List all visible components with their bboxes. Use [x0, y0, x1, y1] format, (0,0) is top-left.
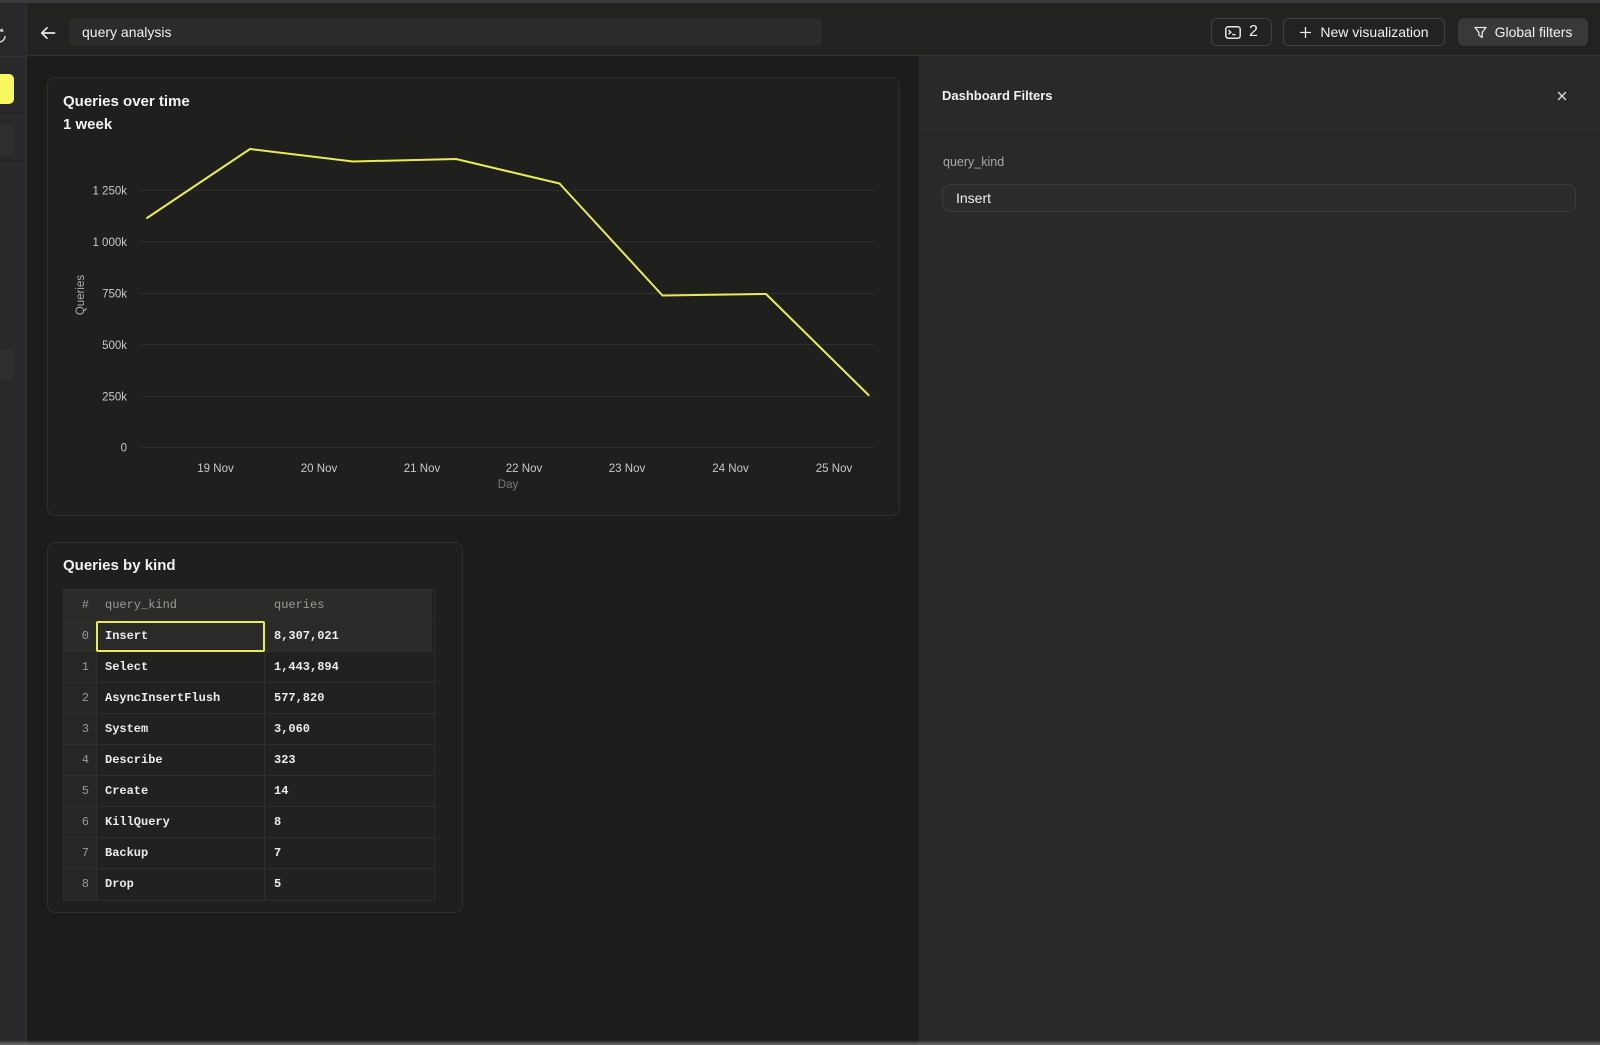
svg-text:0: 0 — [121, 443, 127, 455]
svg-text:Queries: Queries — [75, 275, 87, 316]
svg-text:21 Nov: 21 Nov — [404, 463, 441, 475]
svg-text:20 Nov: 20 Nov — [301, 463, 338, 475]
svg-text:750k: 750k — [102, 289, 127, 301]
svg-text:500k: 500k — [102, 340, 127, 352]
svg-text:22 Nov: 22 Nov — [506, 463, 543, 475]
svg-text:250k: 250k — [102, 392, 127, 404]
svg-text:1 250k: 1 250k — [92, 186, 127, 198]
svg-text:1 000k: 1 000k — [92, 237, 127, 249]
svg-text:25 Nov: 25 Nov — [816, 463, 853, 475]
svg-text:24 Nov: 24 Nov — [712, 463, 749, 475]
svg-text:23 Nov: 23 Nov — [609, 463, 646, 475]
svg-text:19 Nov: 19 Nov — [197, 463, 234, 475]
svg-text:Day: Day — [498, 479, 519, 491]
